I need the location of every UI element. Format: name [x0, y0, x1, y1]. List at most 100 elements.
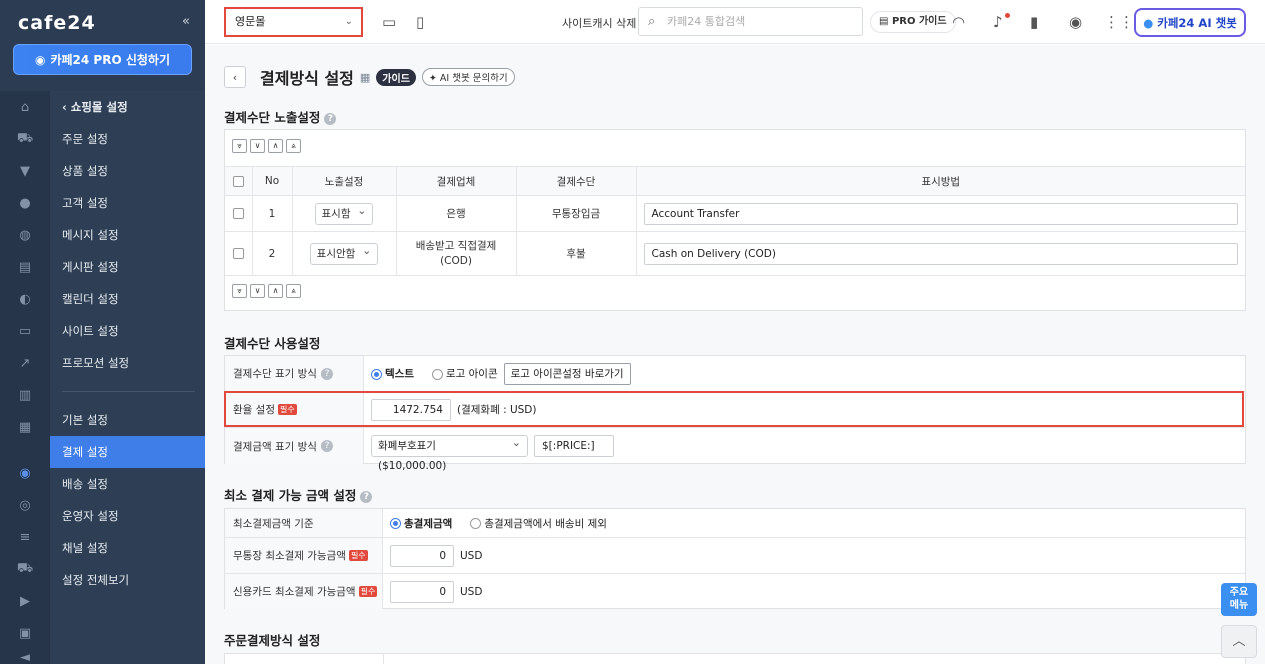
- top-bar: 영문몰 ⌄ ▭ ▯ 사이트캐시 삭제 ⌕ 카페24 통합검색 ▤ PRO 가이드…: [205, 0, 1265, 44]
- radio-exclude-option[interactable]: 총결제금액에서 배송비 제외: [470, 516, 607, 531]
- menu-item-site[interactable]: 사이트 설정: [50, 315, 205, 347]
- pro-icon[interactable]: ◉: [0, 463, 50, 483]
- ai-chatbot-label: 카페24 AI 챗봇: [1157, 15, 1237, 30]
- pro-guide-button[interactable]: ▤ PRO 가이드: [870, 11, 956, 33]
- palette-icon[interactable]: ◐: [0, 289, 50, 309]
- shirt-icon[interactable]: ▼: [0, 161, 50, 181]
- main-menu-fab[interactable]: 주요 메뉴: [1221, 583, 1257, 616]
- row-vendor: 은행: [396, 195, 517, 232]
- label-input[interactable]: Cash on Delivery (COD): [643, 242, 1238, 265]
- bank-minimum-input[interactable]: 0: [390, 544, 454, 567]
- menu-divider: [62, 391, 195, 392]
- globe-icon[interactable]: ◎: [0, 495, 50, 515]
- display-select[interactable]: 표시함: [314, 201, 374, 225]
- clear-cache-link[interactable]: 사이트캐시 삭제: [562, 15, 636, 31]
- radio-total[interactable]: [390, 518, 401, 529]
- pro-apply-button[interactable]: ◉ 카페24 PRO 신청하기: [13, 44, 192, 75]
- desktop-preview-icon[interactable]: ▭: [382, 13, 396, 31]
- row-checkbox[interactable]: [232, 208, 244, 219]
- price-format-input[interactable]: $[:PRICE:]: [534, 435, 614, 457]
- menu-item-product[interactable]: 상품 설정: [50, 155, 205, 187]
- home-icon[interactable]: ⌂: [0, 97, 50, 117]
- shop-select[interactable]: 영문몰 ⌄: [224, 7, 363, 37]
- move-bottom-button[interactable]: ⩔: [232, 284, 247, 298]
- storage-icon[interactable]: ≡: [0, 527, 50, 547]
- menu-item-channel[interactable]: 채널 설정: [50, 532, 205, 564]
- radio-text[interactable]: [371, 368, 382, 380]
- scroll-top-button[interactable]: ︿: [1221, 625, 1257, 658]
- truck-icon[interactable]: ⛟: [0, 559, 50, 579]
- help-icon[interactable]: ?: [320, 440, 333, 452]
- guide-button[interactable]: 가이드: [376, 68, 416, 86]
- currency-label: USD: [460, 585, 483, 598]
- radio-logo-option[interactable]: 로고 아이콘: [431, 366, 498, 381]
- back-button[interactable]: ‹: [224, 66, 246, 88]
- ai-ask-button[interactable]: ✦ AI 챗봇 문의하기: [421, 68, 515, 86]
- message-icon[interactable]: ◍: [0, 225, 50, 245]
- exchange-rate-label: 환율 설정 필수: [225, 392, 364, 427]
- label-input[interactable]: Account Transfer: [643, 202, 1238, 225]
- radio-text-option[interactable]: 텍스트: [371, 366, 414, 381]
- search-input[interactable]: ⌕ 카페24 통합검색: [638, 7, 863, 36]
- chevron-down-icon: ⌄: [344, 16, 353, 27]
- move-bottom-button[interactable]: ⩔: [232, 139, 247, 153]
- table-bottom-divider: [225, 275, 1245, 276]
- board-icon[interactable]: ▤: [0, 257, 50, 277]
- cart-icon[interactable]: ⛟: [0, 129, 50, 149]
- row-method: 무통장입금: [516, 195, 637, 232]
- menu-back-shop-settings[interactable]: ‹ 쇼핑몰 설정: [50, 91, 205, 123]
- card-minimum-input[interactable]: 0: [390, 580, 454, 603]
- move-top-button[interactable]: ⩓: [286, 139, 301, 153]
- menu-item-all-settings[interactable]: 설정 전체보기: [50, 564, 205, 596]
- menu-item-basic[interactable]: 기본 설정: [50, 404, 205, 436]
- mobile-preview-icon[interactable]: ▯: [416, 13, 424, 31]
- row-checkbox[interactable]: [232, 248, 244, 260]
- briefcase-icon[interactable]: ▣: [0, 623, 50, 643]
- ticket-icon[interactable]: ▭: [0, 321, 50, 341]
- move-up-button[interactable]: ∧: [268, 139, 283, 153]
- collapse-sidebar-button[interactable]: «: [182, 14, 190, 29]
- menu-item-promotion[interactable]: 프로모션 설정: [50, 347, 205, 379]
- display-select[interactable]: 표시안함: [309, 241, 379, 265]
- stats-icon[interactable]: ▥: [0, 385, 50, 405]
- megaphone-icon[interactable]: ◄: [0, 647, 50, 664]
- bookmark-icon[interactable]: ▮: [1030, 13, 1038, 31]
- headset-icon[interactable]: ◠: [952, 13, 965, 31]
- user-icon[interactable]: ●: [0, 193, 50, 213]
- logo-shortcut-button[interactable]: 로고 아이콘설정 바로가기: [503, 362, 631, 385]
- menu-item-message[interactable]: 메시지 설정: [50, 219, 205, 251]
- minimum-basis-options: 총결제금액 총결제금액에서 배송비 제외: [383, 509, 607, 537]
- app-icon[interactable]: ▦: [0, 417, 50, 437]
- move-down-button[interactable]: ∨: [250, 284, 265, 298]
- radio-total-option[interactable]: 총결제금액: [390, 516, 452, 531]
- help-icon[interactable]: ?: [360, 491, 373, 503]
- help-icon[interactable]: ?: [320, 367, 333, 380]
- exchange-rate-input[interactable]: 1472.754: [371, 398, 451, 421]
- menu-item-board[interactable]: 게시판 설정: [50, 251, 205, 283]
- bank-minimum-label: 무통장 최소결제 가능금액 필수: [225, 538, 383, 573]
- menu-item-operator[interactable]: 운영자 설정: [50, 500, 205, 532]
- move-top-button[interactable]: ⩓: [286, 284, 301, 298]
- chart-icon[interactable]: ↗: [0, 353, 50, 373]
- menu-item-shipping[interactable]: 배송 설정: [50, 468, 205, 500]
- radio-exclude[interactable]: [470, 518, 482, 529]
- apps-grid-icon[interactable]: ⋮⋮: [1104, 13, 1134, 31]
- account-icon[interactable]: ◉: [1069, 13, 1082, 31]
- bell-icon[interactable]: ♪: [993, 13, 1003, 31]
- youtube-icon[interactable]: ▶: [0, 591, 50, 611]
- menu-item-calendar[interactable]: 캘린더 설정: [50, 283, 205, 315]
- bank-minimum-value: 0 USD: [383, 538, 482, 573]
- minimum-basis-label: 최소결제금액 기준: [225, 509, 383, 537]
- help-icon[interactable]: ?: [324, 113, 337, 125]
- select-all-checkbox[interactable]: [232, 175, 244, 187]
- row-checkbox-cell: [225, 195, 253, 232]
- move-down-button[interactable]: ∨: [250, 139, 265, 153]
- amount-format-select[interactable]: 화폐부호표기 ($10,000.00): [371, 433, 528, 472]
- move-up-button[interactable]: ∧: [268, 284, 283, 298]
- menu-item-customer[interactable]: 고객 설정: [50, 187, 205, 219]
- row-no: 1: [252, 195, 293, 232]
- menu-item-order[interactable]: 주문 설정: [50, 123, 205, 155]
- ai-chatbot-button[interactable]: ● 카페24 AI 챗봇: [1134, 8, 1246, 37]
- menu-item-payment[interactable]: 결제 설정: [50, 436, 205, 468]
- radio-logo[interactable]: [431, 368, 443, 380]
